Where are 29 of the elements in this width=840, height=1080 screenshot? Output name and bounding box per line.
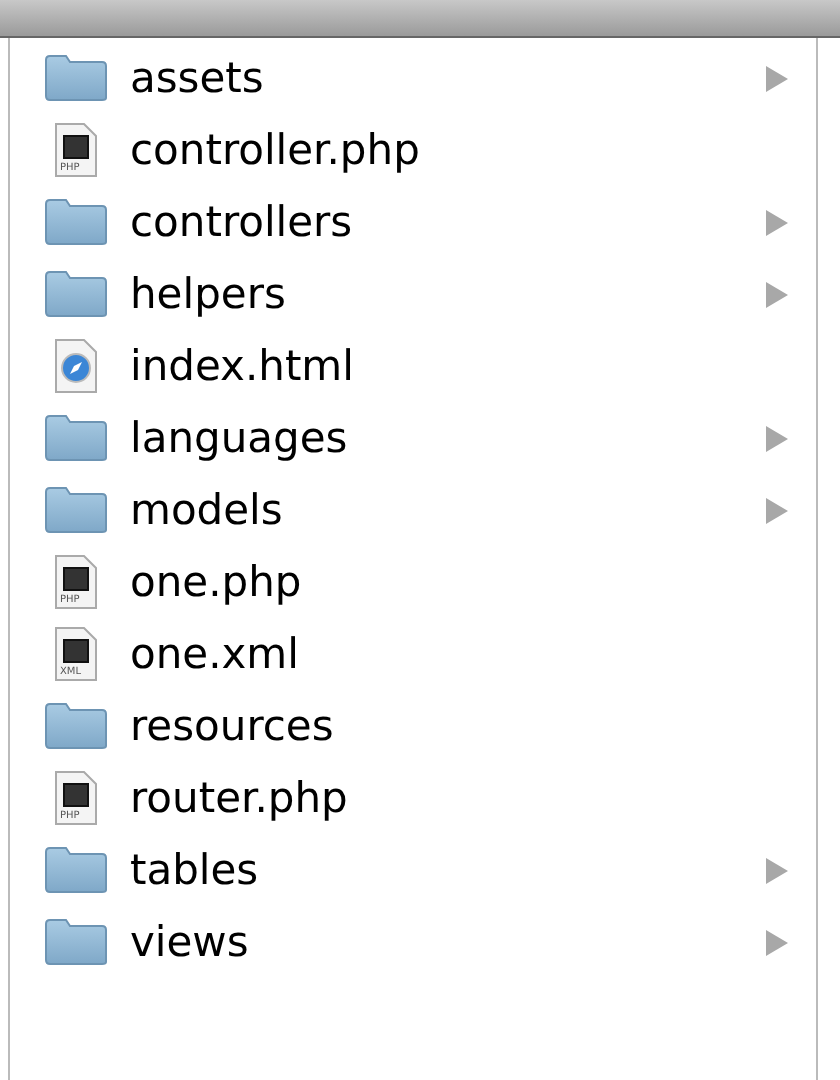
file-name[interactable]: tables: [130, 846, 766, 894]
file-name[interactable]: controllers: [130, 198, 766, 246]
disclosure-arrow-icon[interactable]: [766, 497, 788, 523]
file-name[interactable]: resources: [130, 702, 766, 750]
folder-icon: [44, 270, 108, 318]
disclosure-arrow-icon[interactable]: [766, 929, 788, 955]
file-name[interactable]: assets: [130, 54, 766, 102]
folder-icon: [44, 846, 108, 894]
compass-document-icon: [54, 338, 98, 394]
file-name[interactable]: router.php: [130, 774, 766, 822]
file-name[interactable]: views: [130, 918, 766, 966]
folder-icon: [44, 414, 108, 462]
folder-icon: [44, 198, 108, 246]
file-name[interactable]: index.html: [130, 342, 766, 390]
disclosure-arrow-icon[interactable]: [766, 425, 788, 451]
disclosure-arrow-icon[interactable]: [766, 857, 788, 883]
file-name[interactable]: languages: [130, 414, 766, 462]
folder-icon: [44, 918, 108, 966]
file-name[interactable]: helpers: [130, 270, 766, 318]
file-name[interactable]: models: [130, 486, 766, 534]
disclosure-arrow-icon[interactable]: [766, 209, 788, 235]
file-name[interactable]: controller.php: [130, 126, 766, 174]
folder-icon: [44, 702, 108, 750]
disclosure-arrow-icon[interactable]: [766, 65, 788, 91]
file-name[interactable]: one.php: [130, 558, 766, 606]
folder-icon: [44, 54, 108, 102]
file-name[interactable]: one.xml: [130, 630, 766, 678]
folder-icon: [44, 486, 108, 534]
disclosure-arrow-icon[interactable]: [766, 281, 788, 307]
